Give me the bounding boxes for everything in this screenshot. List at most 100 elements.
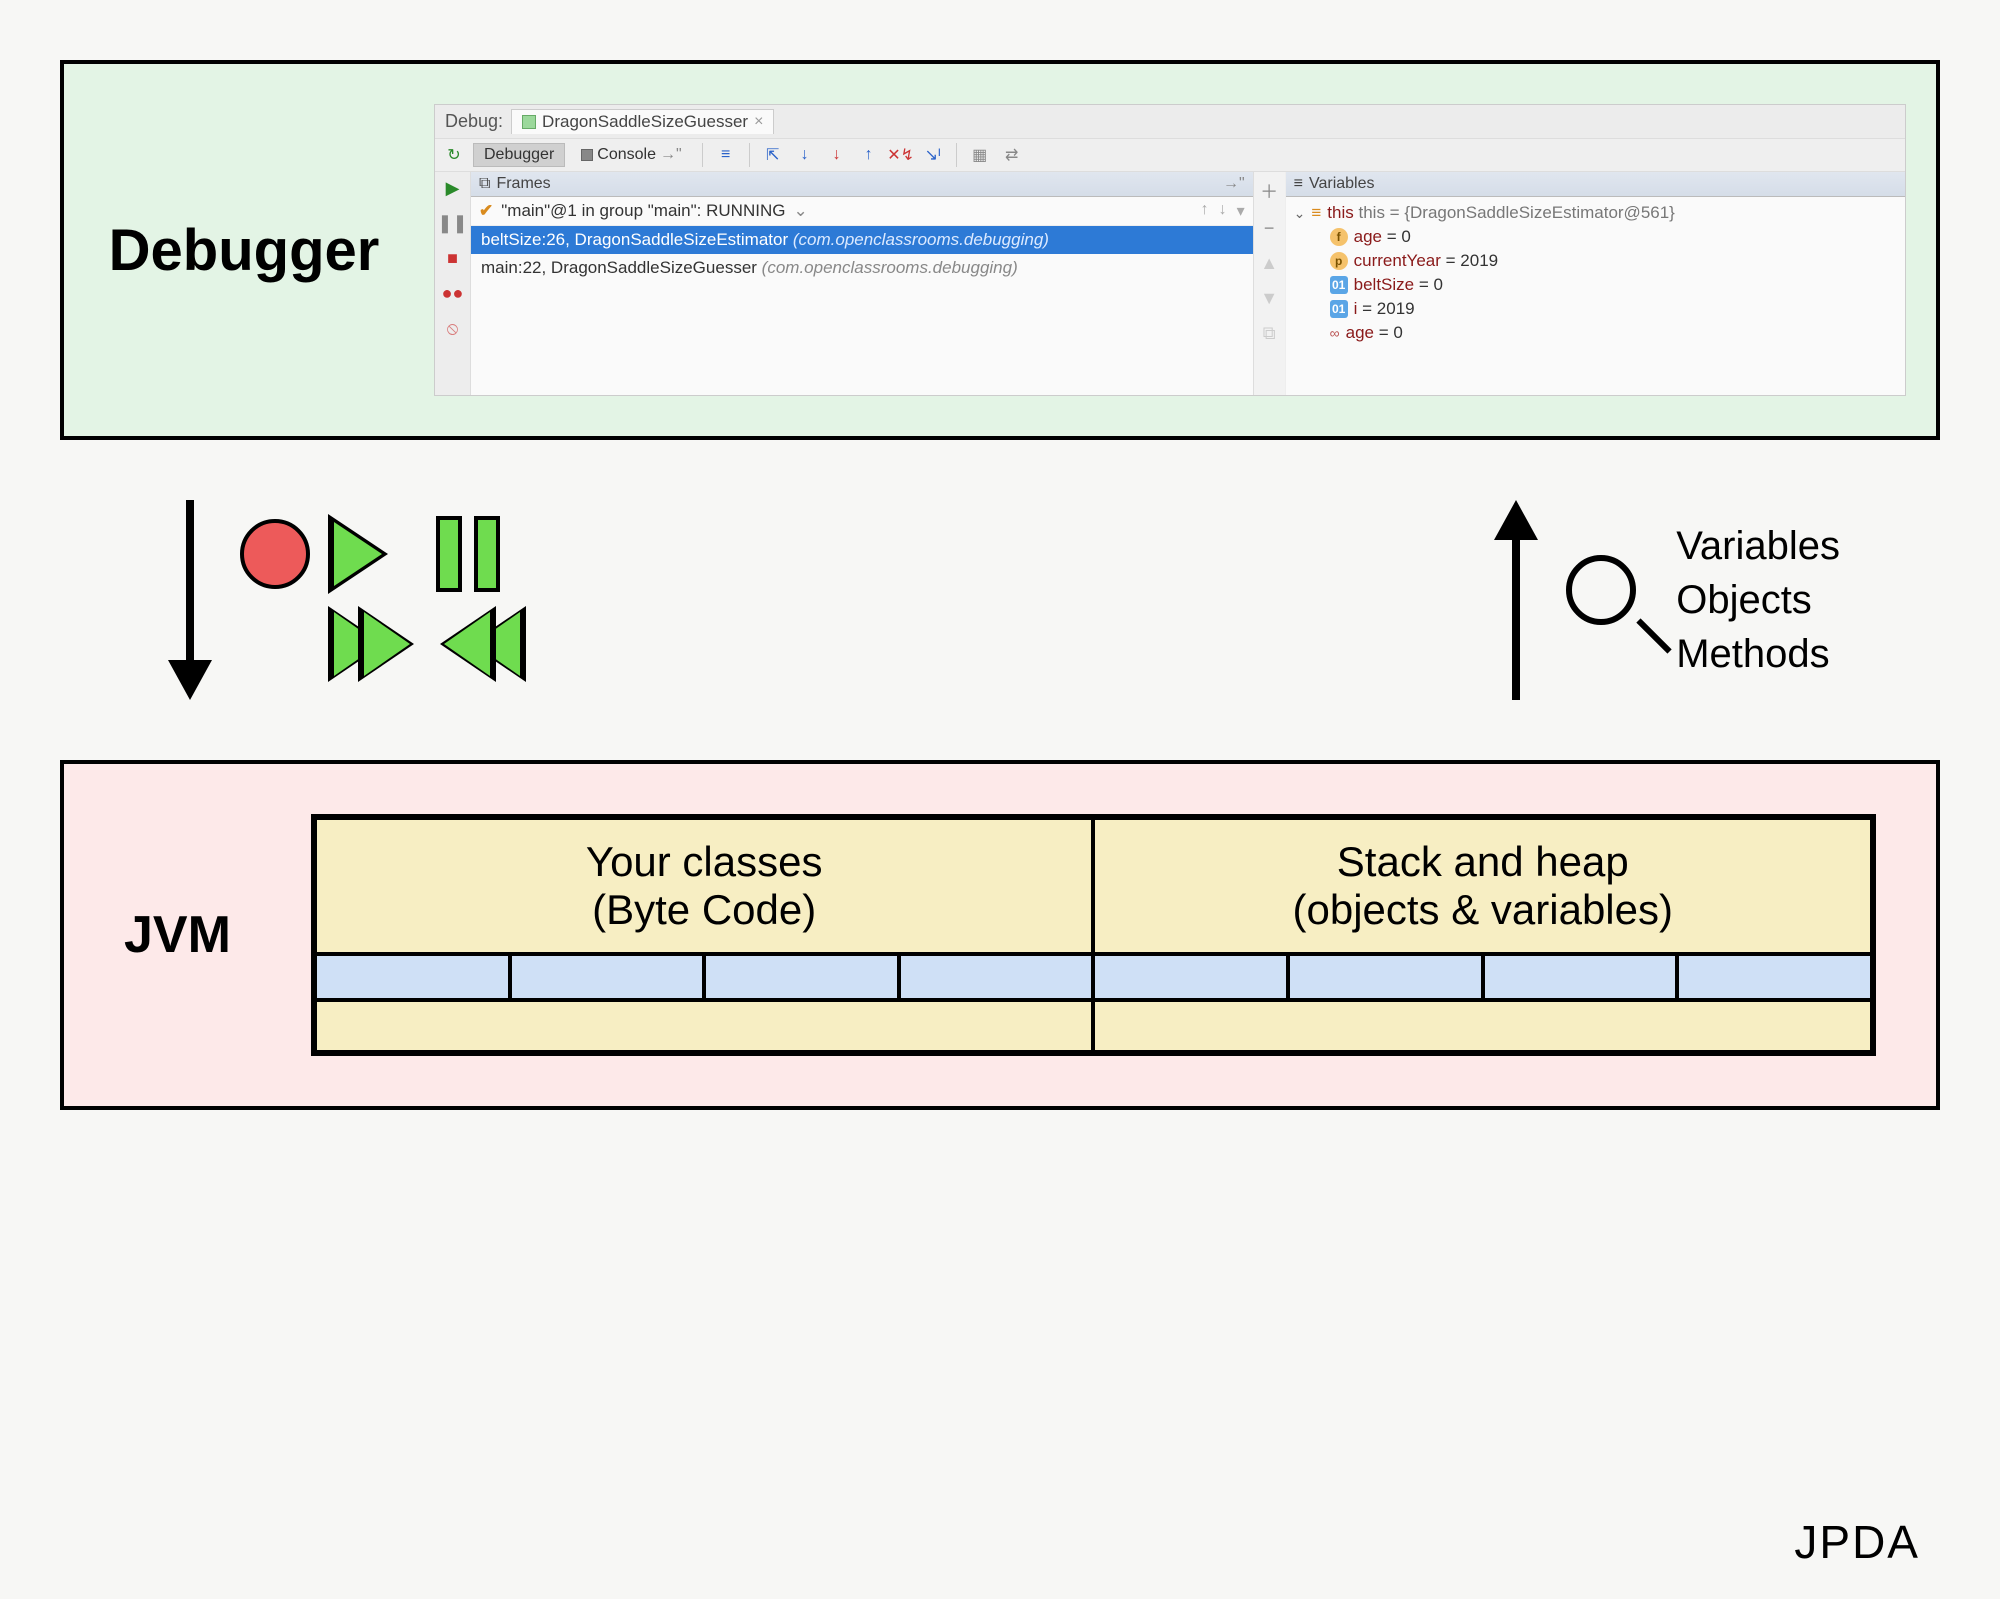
stop-icon[interactable]: ■ xyxy=(447,248,458,269)
rerun-icon[interactable]: ↻ xyxy=(441,143,467,167)
controls-to-jvm xyxy=(160,490,526,710)
frame-text: main:22, DragonSaddleSizeGuesser xyxy=(481,258,757,277)
variable-row[interactable]: 01 i = 2019 xyxy=(1294,297,1897,321)
mute-breakpoints-icon[interactable]: ⦸ xyxy=(447,318,459,339)
jvm-classes-cell: Your classes (Byte Code) xyxy=(315,818,1094,954)
step-into-icon[interactable]: ↓ xyxy=(792,143,818,167)
view-breakpoints-icon[interactable]: ●● xyxy=(442,283,464,304)
chevron-down-icon[interactable]: ⌄ xyxy=(793,201,807,221)
remove-watch-icon[interactable]: − xyxy=(1264,218,1275,239)
settings-icon[interactable]: ⇄ xyxy=(999,143,1025,167)
prev-frame-icon[interactable]: ↑ xyxy=(1201,201,1209,221)
variable-row[interactable]: f age = 0 xyxy=(1294,225,1897,249)
record-icon xyxy=(240,519,310,589)
primitive-badge-icon: 01 xyxy=(1330,276,1348,294)
toolbar-separator xyxy=(702,143,703,167)
console-tab[interactable]: Console →" xyxy=(571,144,691,166)
jvm-block xyxy=(1483,954,1678,1000)
fast-forward-icon xyxy=(328,606,418,686)
run-config-name: DragonSaddleSizeGuesser xyxy=(542,112,748,132)
ide-left-strip: ▶ ❚❚ ■ ●● ⦸ xyxy=(435,172,471,395)
jvm-cell-line: Your classes xyxy=(586,838,823,886)
pause-icon xyxy=(436,516,526,592)
new-watch-icon[interactable]: ＋ xyxy=(1260,178,1278,204)
variables-tree: ⌄ ≡ this this = {DragonSaddleSizeEstimat… xyxy=(1286,197,1905,395)
close-icon[interactable]: × xyxy=(754,113,763,131)
pause-icon[interactable]: ❚❚ xyxy=(437,213,467,234)
jvm-footer-block xyxy=(1093,1000,1872,1052)
variables-icon: ≡ xyxy=(1294,175,1303,193)
variables-header: ≡ Variables xyxy=(1286,172,1905,197)
drop-frame-icon[interactable]: ✕↯ xyxy=(888,143,914,167)
variable-row[interactable]: p currentYear = 2019 xyxy=(1294,249,1897,273)
jvm-footer-block xyxy=(315,1000,1094,1052)
move-down-icon[interactable]: ▼ xyxy=(1260,288,1278,309)
inspect-item: Variables xyxy=(1676,519,1840,573)
frames-header-label: Frames xyxy=(496,175,550,193)
stack-frame[interactable]: main:22, DragonSaddleSizeGuesser (com.op… xyxy=(471,254,1253,282)
ide-debug-toolbar: ↻ Debugger Console →" ≡ ⇱ ↓ ↓ ↑ ✕↯ ↘ᴵ ▦ … xyxy=(435,139,1905,172)
frames-header: ⧉ Frames →" xyxy=(471,172,1253,197)
jvm-block xyxy=(1677,954,1872,1000)
variables-header-label: Variables xyxy=(1309,175,1375,193)
jvm-cell-line: Stack and heap xyxy=(1337,838,1629,886)
arrow-down-icon xyxy=(160,490,220,710)
run-config-tab[interactable]: DragonSaddleSizeGuesser × xyxy=(511,109,774,134)
force-step-into-icon[interactable]: ↓ xyxy=(824,143,850,167)
show-execution-point-icon[interactable]: ≡ xyxy=(713,143,739,167)
playback-controls xyxy=(240,514,526,686)
move-up-icon[interactable]: ▲ xyxy=(1260,253,1278,274)
run-to-cursor-icon[interactable]: ↘ᴵ xyxy=(920,143,946,167)
debugger-tab[interactable]: Debugger xyxy=(473,143,565,167)
jvm-title: JVM xyxy=(124,905,231,965)
variable-this[interactable]: ⌄ ≡ this this = {DragonSaddleSizeEstimat… xyxy=(1294,201,1897,225)
variable-row[interactable]: 01 beltSize = 0 xyxy=(1294,273,1897,297)
jvm-cell-line: (objects & variables) xyxy=(1293,886,1673,934)
inspect-item: Methods xyxy=(1676,627,1840,681)
ide-debug-tabbar: Debug: DragonSaddleSizeGuesser × xyxy=(435,105,1905,139)
jvm-block xyxy=(315,954,510,1000)
jpda-label: JPDA xyxy=(1794,1515,1920,1569)
copy-icon[interactable]: ⧉ xyxy=(1263,323,1276,344)
check-icon: ✔ xyxy=(479,201,493,221)
inspect-item: Objects xyxy=(1676,573,1840,627)
jvm-cell-line: (Byte Code) xyxy=(592,886,816,934)
primitive-badge-icon: 01 xyxy=(1330,300,1348,318)
jvm-block xyxy=(1093,954,1288,1000)
run-config-icon xyxy=(522,115,536,129)
frame-package: (com.openclassrooms.debugging) xyxy=(793,230,1049,249)
thread-selector[interactable]: ✔ "main"@1 in group "main": RUNNING ⌄ ↑ … xyxy=(471,197,1253,226)
variable-row[interactable]: ∞ age = 0 xyxy=(1294,321,1897,345)
toolbar-separator xyxy=(749,143,750,167)
variables-panel: ≡ Variables ⌄ ≡ this this = {DragonSaddl… xyxy=(1286,172,1905,395)
frames-panel: ⧉ Frames →" ✔ "main"@1 in group "main": … xyxy=(471,172,1254,395)
next-frame-icon[interactable]: ↓ xyxy=(1219,201,1227,221)
inspect-from-jvm: Variables Objects Methods xyxy=(1486,490,1840,710)
jvm-block xyxy=(510,954,705,1000)
evaluate-icon[interactable]: ▦ xyxy=(967,143,993,167)
thread-line: "main"@1 in group "main": RUNNING xyxy=(501,201,785,221)
step-over-icon[interactable]: ⇱ xyxy=(760,143,786,167)
frames-stack-icon: ⧉ xyxy=(479,175,490,193)
jvm-block xyxy=(704,954,899,1000)
stack-frame[interactable]: beltSize:26, DragonSaddleSizeEstimator (… xyxy=(471,226,1253,254)
console-icon xyxy=(581,149,593,161)
console-tab-label: Console xyxy=(597,146,656,164)
jvm-block xyxy=(899,954,1094,1000)
jvm-stackheap-cell: Stack and heap (objects & variables) xyxy=(1093,818,1872,954)
debugger-panel: Debugger Debug: DragonSaddleSizeGuesser … xyxy=(60,60,1940,440)
toolbar-separator xyxy=(956,143,957,167)
inspect-list: Variables Objects Methods xyxy=(1676,519,1840,681)
step-out-icon[interactable]: ↑ xyxy=(856,143,882,167)
arrow-up-icon xyxy=(1486,490,1546,710)
frame-text: beltSize:26, DragonSaddleSizeEstimator xyxy=(481,230,788,249)
filter-icon[interactable]: ▾ xyxy=(1237,201,1245,221)
chevron-down-icon[interactable]: ⌄ xyxy=(1294,205,1306,222)
field-badge-icon: f xyxy=(1330,228,1348,246)
object-icon: ≡ xyxy=(1311,203,1321,223)
ide-screenshot: Debug: DragonSaddleSizeGuesser × ↻ Debug… xyxy=(434,104,1906,396)
connector-row: Variables Objects Methods xyxy=(160,470,1840,730)
resume-icon[interactable]: ▶ xyxy=(446,178,460,199)
magnifier-icon xyxy=(1566,555,1656,645)
frame-package: (com.openclassrooms.debugging) xyxy=(762,258,1018,277)
